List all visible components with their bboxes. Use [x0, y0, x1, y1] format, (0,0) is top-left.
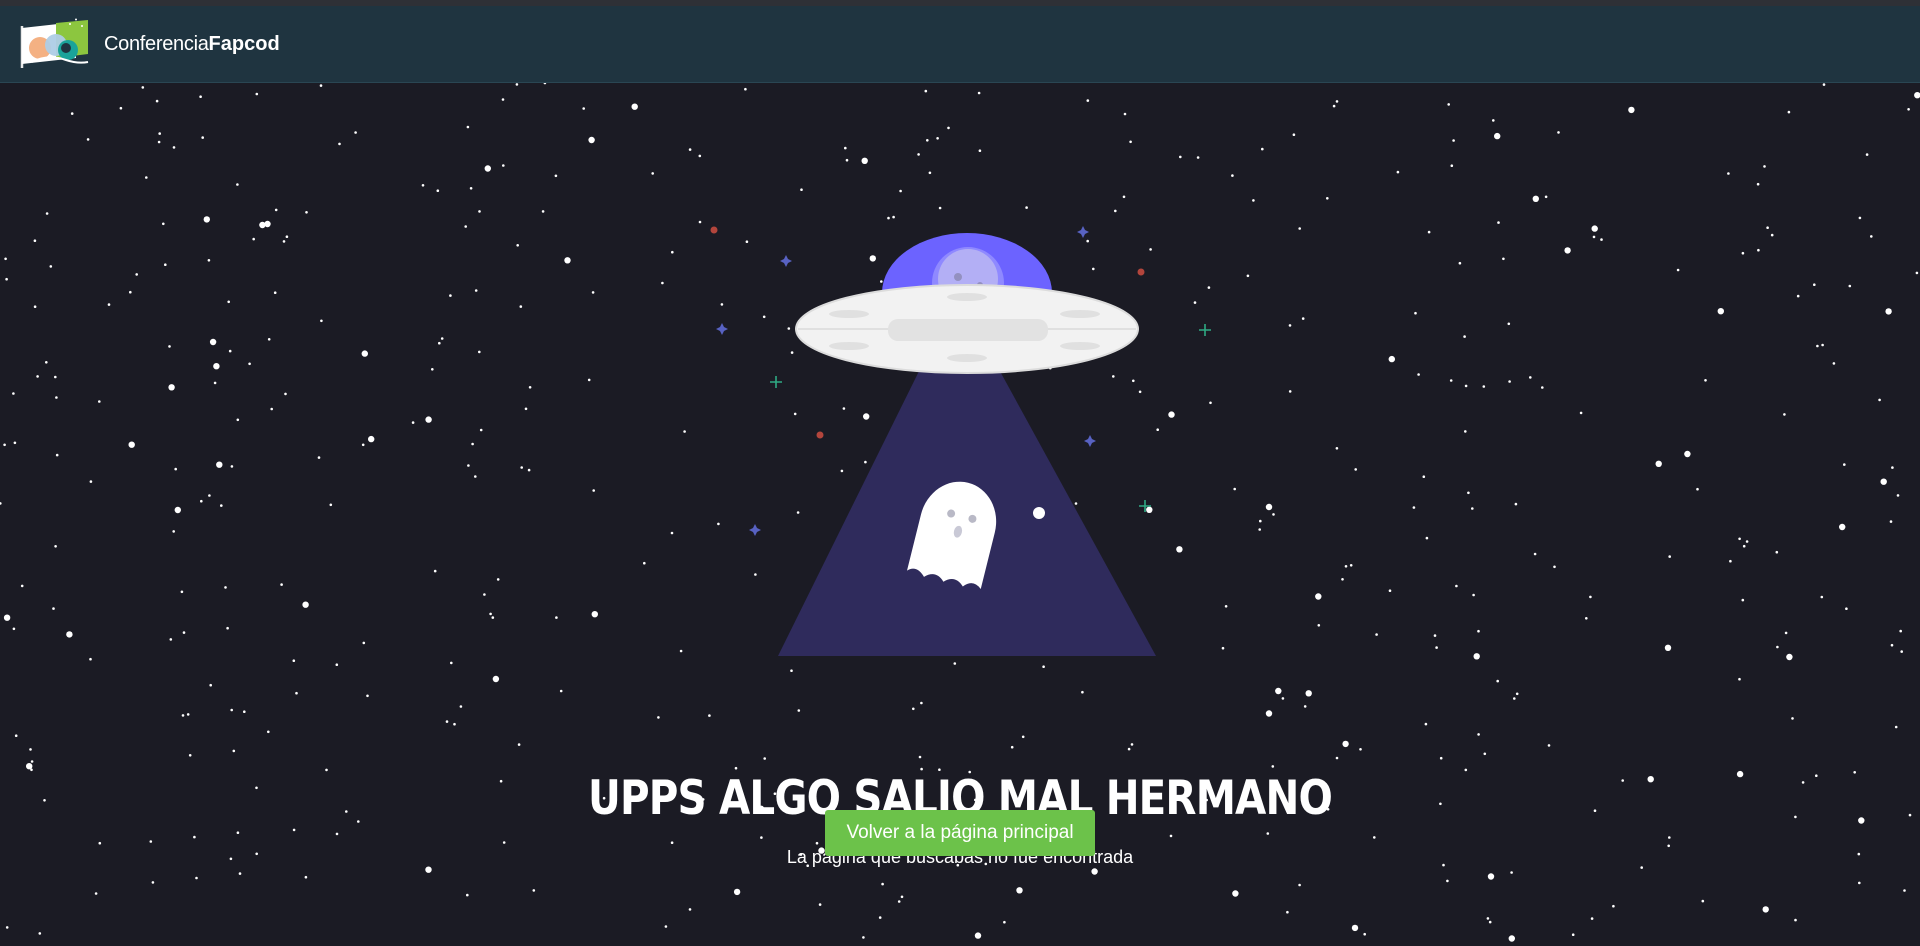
- conference-flag-logo-icon: [20, 18, 89, 68]
- sparkle: [1137, 268, 1145, 276]
- sparkle: [710, 226, 718, 234]
- brand-link[interactable]: Conferencia Fapcod: [18, 18, 280, 70]
- navbar: Conferencia Fapcod: [0, 6, 1920, 83]
- sparkle: [816, 431, 824, 439]
- brand-name-bold: Fapcod: [208, 32, 280, 55]
- brand-name: Conferencia Fapcod: [104, 33, 280, 56]
- brand-name-light: Conferencia: [104, 32, 209, 55]
- back-to-home-button[interactable]: Volver a la página principal: [825, 810, 1095, 856]
